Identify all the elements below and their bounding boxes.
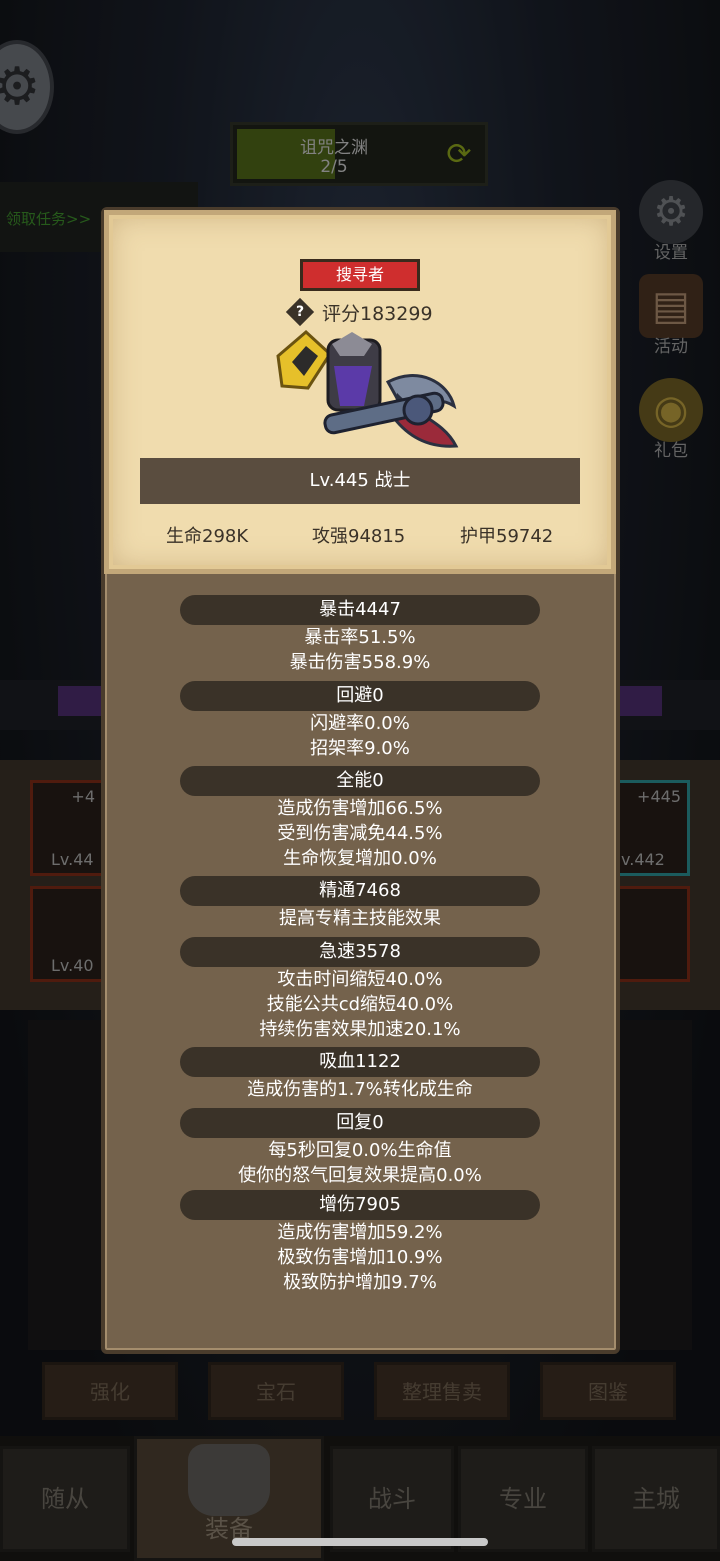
stat-line: 暴击伤害558.9% — [289, 652, 431, 673]
stat-line: 技能公共cd缩短40.0% — [266, 994, 454, 1015]
stat-line: 每5秒回复0.0%生命值 — [268, 1140, 452, 1161]
hero-score: 评分183299 — [322, 302, 433, 325]
stat-line: 生命恢复增加0.0% — [283, 848, 437, 869]
hero-level-bar: Lv.445 战士 — [140, 458, 580, 504]
stat-line: 造成伤害增加66.5% — [277, 798, 443, 819]
stat-section-header: 回避0 — [180, 681, 540, 711]
hero-weapon-art — [276, 329, 459, 448]
stat-line: 招架率9.0% — [310, 738, 410, 759]
stat-line: 造成伤害的1.7%转化成生命 — [247, 1079, 473, 1100]
stat-line: 极致伤害增加10.9% — [277, 1247, 443, 1268]
stat-line: 闪避率0.0% — [310, 713, 410, 734]
stat-line: 提高专精主技能效果 — [279, 908, 441, 929]
hero-main-stats: 生命298K 攻强94815 护甲59742 — [104, 522, 616, 550]
stat-section-header: 吸血1122 — [180, 1047, 540, 1077]
stat-section-header: 暴击4447 — [180, 595, 540, 625]
stat-line: 攻击时间缩短40.0% — [277, 969, 443, 990]
hero-armor: 护甲59742 — [460, 526, 554, 547]
home-indicator — [232, 1538, 488, 1546]
stat-line: 使你的怒气回复效果提高0.0% — [238, 1165, 482, 1186]
stat-section-header: 精通7468 — [180, 876, 540, 906]
stat-section-header: 增伤7905 — [180, 1190, 540, 1220]
stat-line: 受到伤害减免44.5% — [277, 823, 443, 844]
score-row: ? 评分183299 — [284, 297, 433, 327]
help-icon[interactable]: ? — [285, 297, 315, 327]
stat-section-header: 全能0 — [180, 766, 540, 796]
hero-attack: 攻强94815 — [312, 526, 406, 547]
stat-section-header: 急速3578 — [180, 937, 540, 967]
hero-hp: 生命298K — [166, 526, 249, 547]
stat-line: 暴击率51.5% — [304, 627, 416, 648]
stat-line: 极致防护增加9.7% — [283, 1272, 437, 1293]
stat-line: 持续伤害效果加速20.1% — [259, 1019, 461, 1040]
stat-section-header: 回复0 — [180, 1108, 540, 1138]
hero-title-badge: 搜寻者 — [300, 259, 420, 291]
stat-line: 造成伤害增加59.2% — [277, 1222, 443, 1243]
